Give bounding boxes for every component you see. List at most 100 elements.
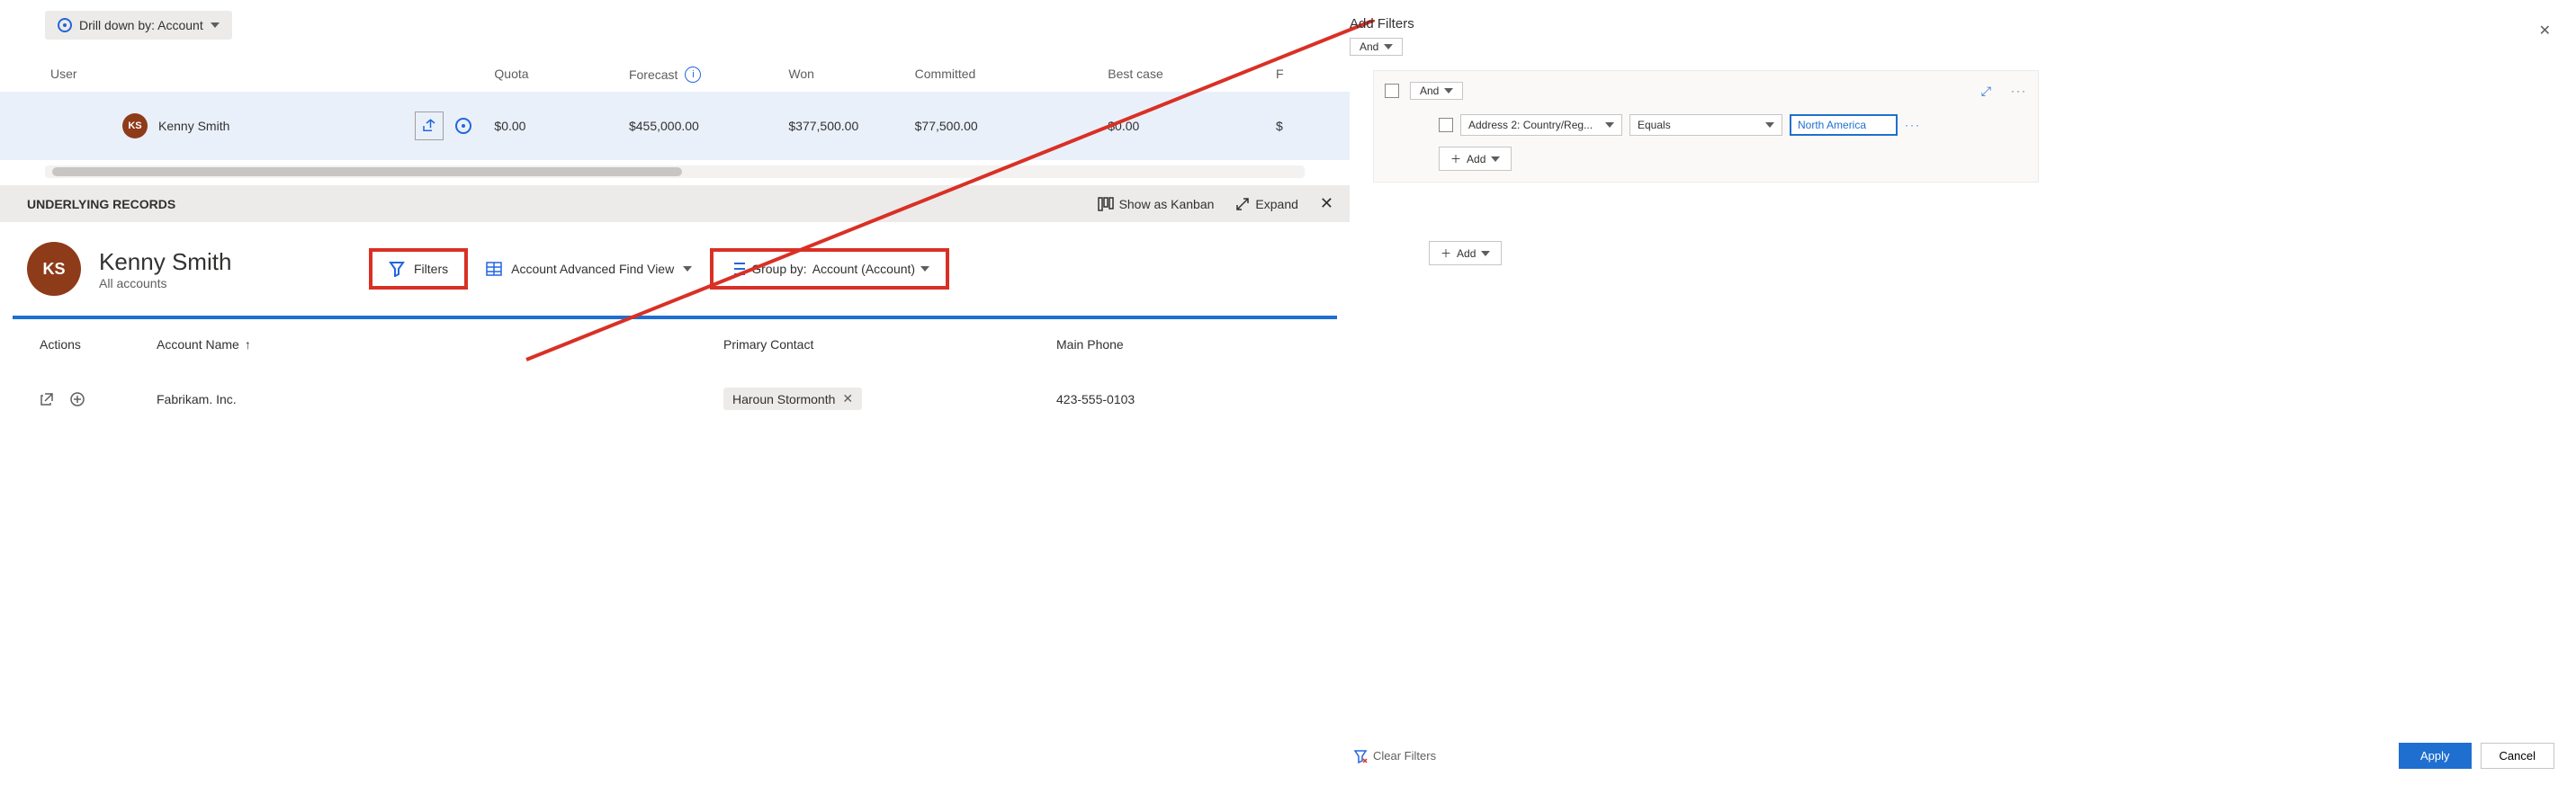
- row-bestcase: $0.00: [1102, 113, 1270, 138]
- apply-button[interactable]: Apply: [2399, 743, 2472, 769]
- row-won: $377,500.00: [783, 113, 909, 138]
- chevron-down-icon: [1444, 88, 1453, 94]
- show-as-kanban-button[interactable]: Show as Kanban: [1098, 196, 1215, 212]
- view-selector[interactable]: Account Advanced Find View: [486, 261, 692, 277]
- add-condition-button[interactable]: ＋ Add: [1439, 147, 1512, 171]
- row-user-name: Kenny Smith: [158, 119, 229, 133]
- expand-group-icon[interactable]: ⤢: [1981, 84, 1991, 99]
- chevron-down-icon: [1605, 122, 1614, 128]
- filter-group: And ⤢ ··· Address 2: Country/Reg... Equa…: [1373, 70, 2039, 183]
- grid-row[interactable]: KS Kenny Smith $0.00 $455,000.00 $377,50…: [0, 92, 1350, 160]
- target-button[interactable]: [449, 112, 478, 140]
- chevron-down-icon: [1491, 156, 1500, 162]
- header-primary-contact[interactable]: Primary Contact: [718, 334, 1051, 355]
- header-forecast-label: Forecast: [629, 67, 678, 82]
- value-input[interactable]: North America: [1790, 114, 1898, 136]
- header-actions[interactable]: Actions: [34, 334, 151, 355]
- accounts-header: Actions Account Name ↑ Primary Contact M…: [13, 319, 1337, 370]
- expand-icon: [1235, 197, 1250, 211]
- grid-header: User Quota Forecast i Won Committed Best…: [0, 58, 1350, 92]
- drilldown-selector[interactable]: Drill down by: Account: [45, 11, 232, 40]
- panel-footer: Clear Filters Apply Cancel: [1350, 743, 2554, 769]
- kanban-icon: [1098, 196, 1114, 212]
- header-main-phone[interactable]: Main Phone: [1051, 334, 1267, 355]
- share-button[interactable]: [415, 112, 444, 140]
- record-owner-name: Kenny Smith: [99, 248, 351, 276]
- table-icon: [486, 261, 502, 277]
- filter-icon: [389, 261, 405, 277]
- row-quota: $0.00: [489, 113, 624, 138]
- forecast-pane: Drill down by: Account User Quota Foreca…: [0, 0, 1350, 785]
- drilldown-label: Drill down by: Account: [79, 18, 203, 32]
- and-label: And: [1420, 85, 1439, 97]
- group-by-selector[interactable]: Group by: Account (Account): [710, 248, 949, 290]
- close-panel-icon[interactable]: ✕: [2539, 22, 2551, 40]
- add-group-button[interactable]: ＋ Add: [1429, 241, 1502, 265]
- expand-button[interactable]: Expand: [1235, 197, 1297, 211]
- expand-label: Expand: [1255, 197, 1297, 211]
- add-filters-pane: Add Filters And ✕ And ⤢ ··· Address 2: C…: [1350, 0, 2576, 785]
- plus-icon: ＋: [1450, 151, 1461, 166]
- drilldown-bar: Drill down by: Account: [0, 11, 1350, 58]
- operator-label: Equals: [1638, 119, 1671, 131]
- cell-contact: Haroun Stormonth: [732, 392, 835, 406]
- header-bestcase[interactable]: Best case: [1102, 61, 1270, 88]
- chevron-down-icon: [683, 266, 692, 272]
- root-and-chip[interactable]: And: [1350, 38, 1403, 56]
- groupby-value: Account (Account): [812, 262, 915, 276]
- groupby-label: Group by:: [751, 262, 806, 276]
- filters-label: Filters: [414, 262, 448, 276]
- remove-contact-icon[interactable]: ✕: [842, 391, 853, 406]
- chevron-down-icon: [1384, 44, 1393, 49]
- add-icon[interactable]: [70, 392, 85, 406]
- filters-button[interactable]: Filters: [369, 248, 468, 290]
- scrollbar-thumb[interactable]: [52, 167, 682, 176]
- chevron-down-icon: [1765, 122, 1774, 128]
- view-label: Account Advanced Find View: [511, 262, 674, 276]
- condition-overflow-icon[interactable]: ···: [1905, 119, 1921, 131]
- field-selector[interactable]: Address 2: Country/Reg...: [1460, 114, 1622, 136]
- kanban-label: Show as Kanban: [1119, 197, 1215, 211]
- filter-clear-icon: [1353, 749, 1368, 763]
- header-won[interactable]: Won: [783, 61, 909, 88]
- info-icon[interactable]: i: [685, 67, 701, 83]
- sort-asc-icon: ↑: [245, 337, 251, 352]
- cell-account-name: Fabrikam. Inc.: [151, 388, 718, 410]
- header-committed[interactable]: Committed: [910, 61, 1103, 88]
- header-quota[interactable]: Quota: [489, 61, 624, 88]
- header-account-name-label: Account Name: [157, 337, 239, 352]
- header-forecast[interactable]: Forecast i: [624, 61, 783, 88]
- add-filters-title: Add Filters: [1350, 16, 1414, 31]
- open-icon[interactable]: [40, 392, 54, 406]
- chevron-down-icon: [211, 22, 220, 28]
- list-icon: [730, 261, 746, 277]
- close-icon[interactable]: ✕: [1320, 194, 1333, 213]
- header-extra[interactable]: F: [1270, 61, 1305, 88]
- bullseye-icon: [58, 18, 72, 32]
- avatar: KS: [122, 113, 148, 138]
- header-user[interactable]: User: [45, 61, 489, 88]
- account-row[interactable]: Fabrikam. Inc. Haroun Stormonth ✕ 423-55…: [13, 370, 1337, 428]
- group-and-chip[interactable]: And: [1410, 82, 1463, 100]
- operator-selector[interactable]: Equals: [1629, 114, 1782, 136]
- cell-phone: 423-555-0103: [1051, 388, 1267, 410]
- clear-filters-label: Clear Filters: [1373, 749, 1436, 763]
- accounts-table: Actions Account Name ↑ Primary Contact M…: [13, 316, 1337, 428]
- group-checkbox[interactable]: [1385, 84, 1399, 98]
- group-overflow-icon[interactable]: ···: [2011, 85, 2027, 97]
- cancel-button[interactable]: Cancel: [2481, 743, 2554, 769]
- horizontal-scrollbar[interactable]: [45, 165, 1305, 178]
- underlying-records-bar: UNDERLYING RECORDS Show as Kanban Expand…: [0, 185, 1350, 222]
- contact-chip[interactable]: Haroun Stormonth ✕: [723, 388, 862, 410]
- record-subtitle: All accounts: [99, 276, 351, 290]
- clear-filters-button[interactable]: Clear Filters: [1353, 749, 1436, 763]
- value-text: North America: [1798, 119, 1866, 131]
- bullseye-icon: [455, 118, 471, 134]
- add-label: Add: [1457, 247, 1476, 260]
- header-account-name[interactable]: Account Name ↑: [151, 334, 718, 355]
- condition-checkbox[interactable]: [1439, 118, 1453, 132]
- field-label: Address 2: Country/Reg...: [1468, 119, 1593, 131]
- row-forecast: $455,000.00: [624, 113, 783, 138]
- row-committed: $77,500.00: [910, 113, 1103, 138]
- and-label: And: [1360, 40, 1378, 53]
